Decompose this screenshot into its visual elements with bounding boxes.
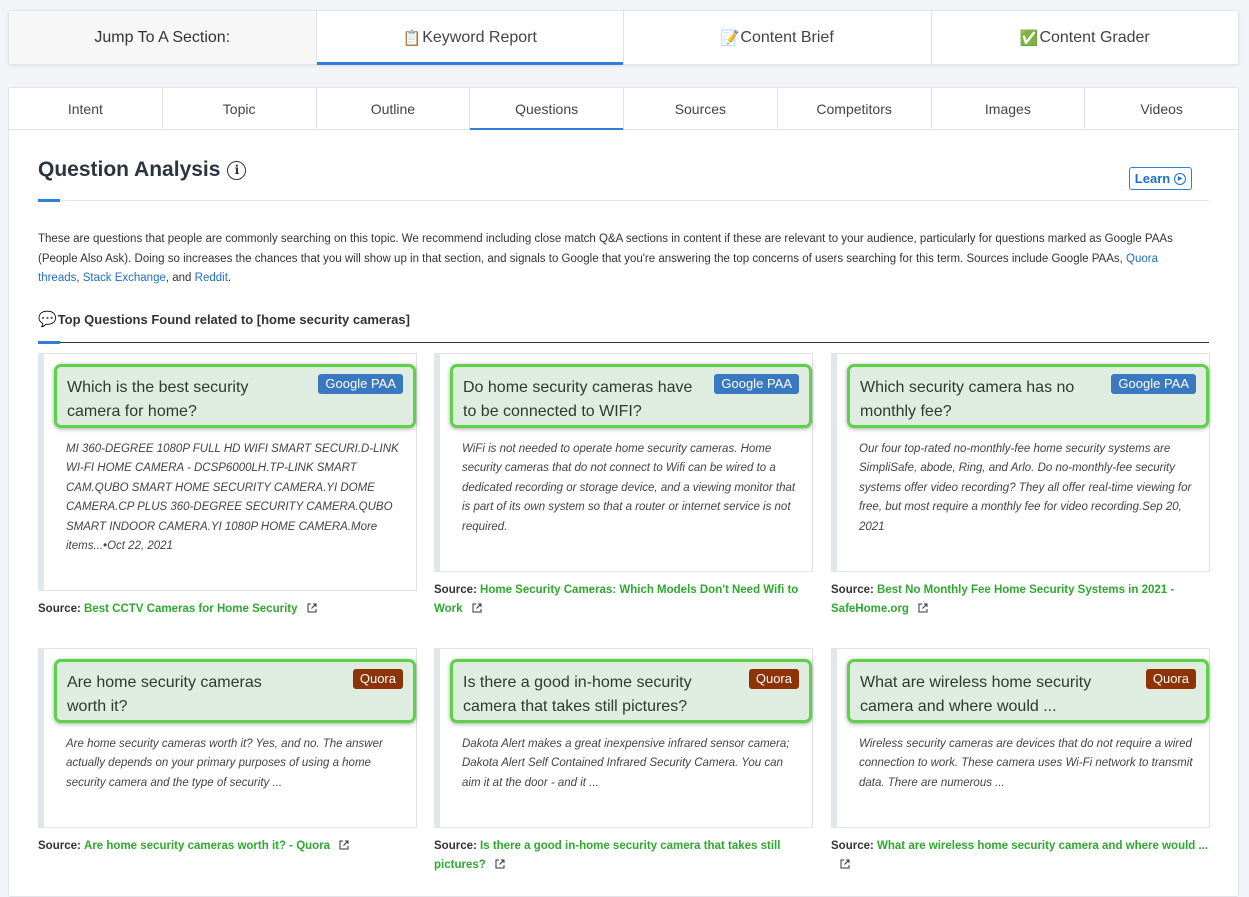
source-link[interactable]: Home Security Cameras: Which Models Don'… xyxy=(434,584,798,615)
card-source: Source: Best No Monthly Fee Home Securit… xyxy=(831,581,1216,619)
question-text: What are wireless home security camera a… xyxy=(860,674,1092,715)
question-card: Is there a good in-home security camera … xyxy=(434,648,813,828)
answer-text: Dakota Alert makes a great inexpensive i… xyxy=(462,738,790,789)
card-source: Source: Is there a good in-home security… xyxy=(434,837,819,875)
source-label: Source: xyxy=(38,603,81,615)
answer-text: Our four top-rated no-monthly-fee home s… xyxy=(859,443,1192,533)
jump-item-label: Content Grader xyxy=(1039,28,1150,46)
tab-videos[interactable]: Videos xyxy=(1085,88,1238,129)
reddit-link[interactable]: Reddit xyxy=(195,272,228,284)
memo-icon: 📝 xyxy=(720,28,740,47)
source-link[interactable]: Are home security cameras worth it? - Qu… xyxy=(84,840,330,852)
source-type-badge: Quora xyxy=(1145,669,1196,689)
external-link-icon[interactable] xyxy=(472,603,482,613)
description-end: . xyxy=(227,272,232,284)
external-link-icon[interactable] xyxy=(339,840,349,850)
source-label: Source: xyxy=(831,840,874,852)
stack-exchange-link[interactable]: Stack Exchange xyxy=(83,272,166,284)
jump-to-section-bar: Jump To A Section: 📋 Keyword Report 📝 Co… xyxy=(8,10,1239,65)
jump-keyword-report[interactable]: 📋 Keyword Report xyxy=(316,11,624,65)
source-type-badge: Google PAA xyxy=(714,374,799,394)
heading-divider xyxy=(38,199,1209,202)
question-text: Which is the best security camera for ho… xyxy=(67,379,249,420)
question-text: Are home security cameras worth it? xyxy=(67,674,262,715)
tab-images[interactable]: Images xyxy=(932,88,1086,129)
question-card: What are wireless home security camera a… xyxy=(831,648,1210,828)
question-box: Which security camera has no monthly fee… xyxy=(847,364,1209,428)
source-label: Source: xyxy=(38,840,81,852)
play-circle-icon: ▶ xyxy=(1174,172,1187,185)
question-card: Do home security cameras have to be conn… xyxy=(434,353,813,572)
source-type-badge: Google PAA xyxy=(318,374,403,394)
jump-item-label: Keyword Report xyxy=(422,28,537,46)
source-link[interactable]: What are wireless home security camera a… xyxy=(877,840,1208,852)
jump-label: Jump To A Section: xyxy=(9,11,317,64)
question-text: Which security camera has no monthly fee… xyxy=(860,379,1075,420)
jump-content-grader[interactable]: ✅ Content Grader xyxy=(932,11,1239,64)
question-box: Is there a good in-home security camera … xyxy=(450,659,812,723)
section-description: These are questions that people are comm… xyxy=(38,230,1188,289)
external-link-icon[interactable] xyxy=(918,603,928,613)
source-type-badge: Quora xyxy=(748,669,799,689)
card-source: Source: What are wireless home security … xyxy=(831,837,1216,875)
answer-text: Are home security cameras worth it? Yes,… xyxy=(66,738,383,789)
source-link[interactable]: Is there a good in-home security camera … xyxy=(434,840,780,871)
learn-button-label: Learn xyxy=(1134,171,1171,186)
external-link-icon[interactable] xyxy=(840,859,850,869)
question-box: Which is the best security camera for ho… xyxy=(54,364,416,428)
jump-item-label: Content Brief xyxy=(740,28,834,46)
tab-intent[interactable]: Intent xyxy=(9,88,163,129)
clipboard-icon: 📋 xyxy=(402,28,422,47)
card-source: Source: Home Security Cameras: Which Mod… xyxy=(434,581,819,619)
tab-topic[interactable]: Topic xyxy=(163,88,317,129)
subheading-divider xyxy=(38,341,1209,344)
source-link[interactable]: Best No Monthly Fee Home Security System… xyxy=(831,584,1174,615)
learn-button[interactable]: Learn ▶ xyxy=(1129,167,1192,190)
check-icon: ✅ xyxy=(1019,28,1039,47)
page-title-text: Question Analysis xyxy=(38,158,221,181)
info-icon[interactable]: i xyxy=(227,160,247,180)
question-card: Which is the best security camera for ho… xyxy=(38,353,417,591)
question-card: Are home security cameras worth it? Quora… xyxy=(38,648,417,828)
source-type-badge: Quora xyxy=(352,669,403,689)
source-label: Source: xyxy=(434,840,477,852)
question-text: Do home security cameras have to be conn… xyxy=(463,379,693,420)
description-text: These are questions that people are comm… xyxy=(38,233,1173,265)
answer-text: Wireless security cameras are devices th… xyxy=(859,738,1193,789)
source-label: Source: xyxy=(434,584,477,596)
question-box: What are wireless home security camera a… xyxy=(847,659,1209,723)
speech-bubble-icon: 💬 xyxy=(38,310,57,328)
tab-outline[interactable]: Outline xyxy=(317,88,471,129)
question-box: Do home security cameras have to be conn… xyxy=(450,364,812,428)
source-link[interactable]: Best CCTV Cameras for Home Security xyxy=(84,603,297,615)
jump-content-brief[interactable]: 📝 Content Brief xyxy=(624,11,932,64)
top-questions-heading: 💬 Top Questions Found related to [home s… xyxy=(38,310,410,328)
answer-text: MI 360-DEGREE 1080P FULL HD WIFI SMART S… xyxy=(66,443,399,553)
section-tabs: Intent Topic Outline Questions Sources C… xyxy=(9,88,1238,130)
tab-questions[interactable]: Questions xyxy=(470,88,624,130)
tab-sources[interactable]: Sources xyxy=(624,88,778,129)
top-questions-heading-text: Top Questions Found related to [home sec… xyxy=(57,311,410,327)
page-title: Question Analysis i xyxy=(38,158,247,182)
source-type-badge: Google PAA xyxy=(1111,374,1196,394)
description-sep: , and xyxy=(165,272,195,284)
question-text: Is there a good in-home security camera … xyxy=(463,674,692,715)
question-box: Are home security cameras worth it? Quora xyxy=(54,659,416,723)
question-card: Which security camera has no monthly fee… xyxy=(831,353,1210,572)
answer-text: WiFi is not needed to operate home secur… xyxy=(462,443,796,533)
card-source: Source: Are home security cameras worth … xyxy=(38,837,423,856)
source-label: Source: xyxy=(831,584,874,596)
external-link-icon[interactable] xyxy=(495,859,505,869)
card-source: Source: Best CCTV Cameras for Home Secur… xyxy=(38,600,423,619)
tab-competitors[interactable]: Competitors xyxy=(778,88,932,129)
external-link-icon[interactable] xyxy=(307,603,317,613)
